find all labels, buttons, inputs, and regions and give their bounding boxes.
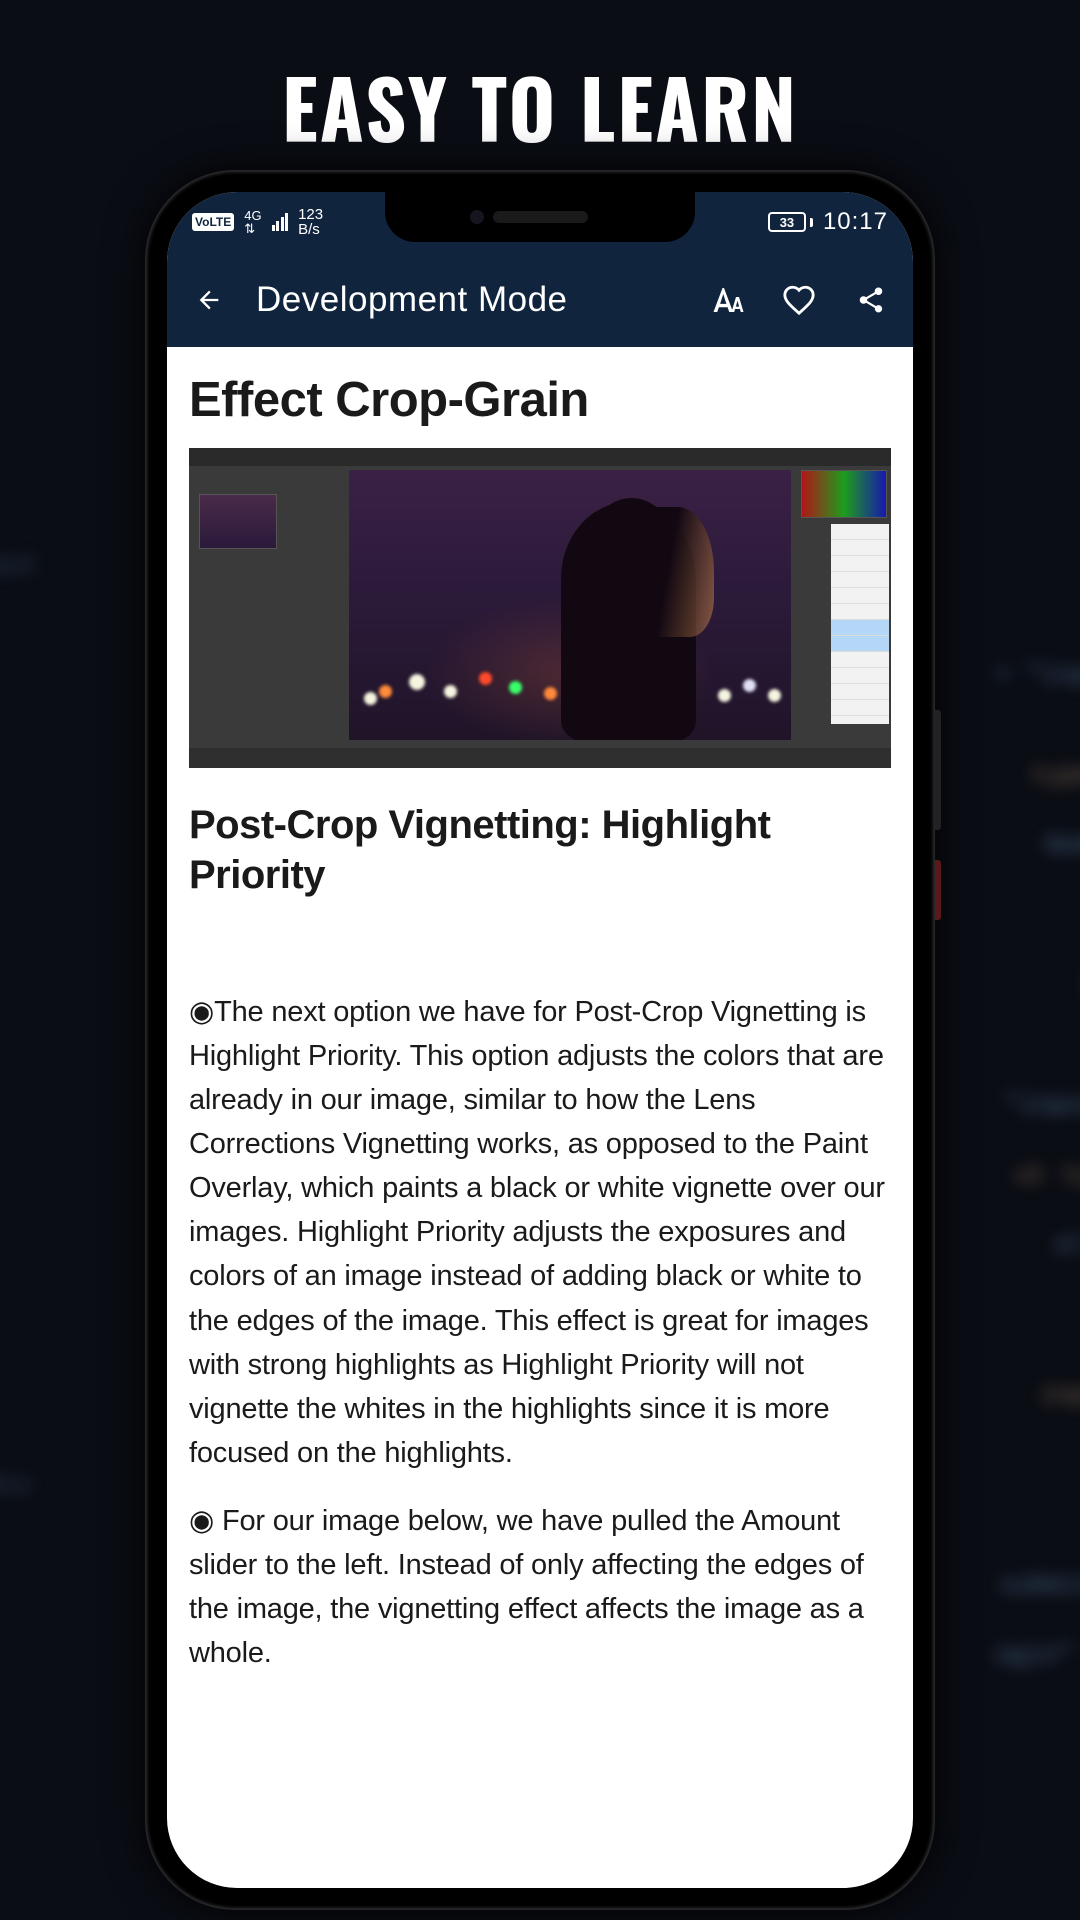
back-button[interactable]: [187, 278, 231, 322]
font-size-button[interactable]: [705, 278, 749, 322]
volte-badge: VoLTE: [192, 213, 234, 231]
paragraph-2: ◉ For our image below, we have pulled th…: [189, 1499, 891, 1675]
clock: 10:17: [823, 208, 888, 236]
phone-screen: VoLTE 4G⇅ 123 B/s 33 10:17 Developmen: [167, 192, 913, 1888]
share-button[interactable]: [849, 278, 893, 322]
font-size-icon: [709, 282, 745, 318]
network-speed: 123 B/s: [298, 207, 323, 237]
heart-icon: [782, 283, 816, 317]
paragraph-1: ◉The next option we have for Post-Crop V…: [189, 990, 891, 1475]
favorite-button[interactable]: [777, 278, 821, 322]
share-icon: [856, 285, 886, 315]
app-bar: Development Mode: [167, 252, 913, 347]
screenshot-lightroom: [189, 448, 891, 768]
signal-icon: [272, 213, 289, 231]
article-heading: Effect Crop-Grain: [189, 372, 891, 428]
battery-indicator: 33: [768, 212, 813, 232]
phone-notch: [385, 192, 695, 242]
promo-headline: EASY TO LEARN: [0, 48, 1080, 166]
appbar-title: Development Mode: [256, 280, 568, 320]
article-content[interactable]: Effect Crop-Grain: [167, 347, 913, 1888]
network-gen: 4G⇅: [244, 209, 261, 235]
arrow-left-icon: [195, 286, 223, 314]
phone-mockup: VoLTE 4G⇅ 123 B/s 33 10:17 Developmen: [145, 170, 935, 1910]
section-heading: Post-Crop Vignetting: Highlight Priority: [189, 800, 891, 900]
